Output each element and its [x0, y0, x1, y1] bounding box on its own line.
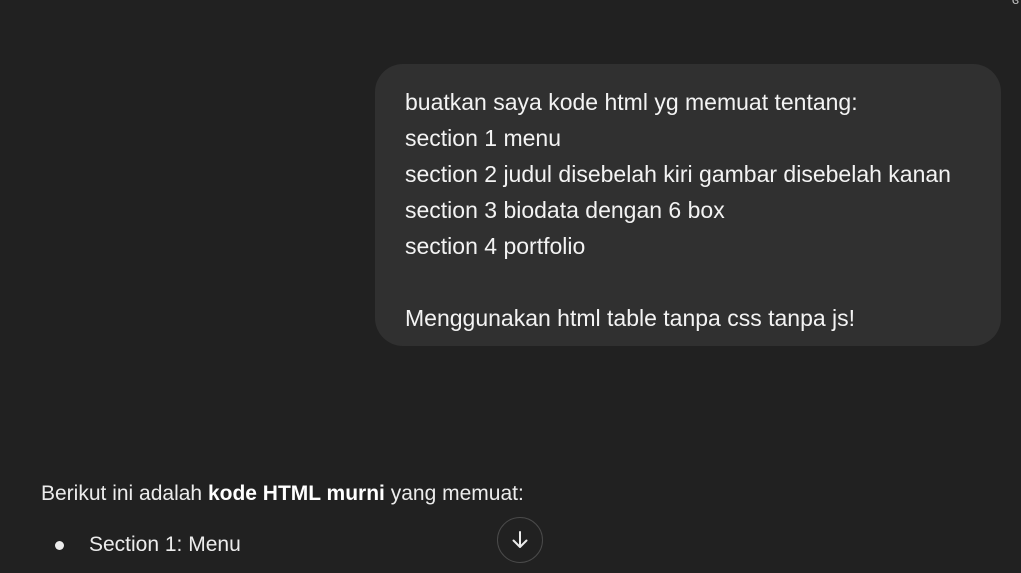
- user-message-line: section 2 judul disebelah kiri gambar di…: [405, 161, 951, 187]
- user-message-line: section 3 biodata dengan 6 box: [405, 197, 725, 223]
- arrow-down-icon: [512, 531, 528, 548]
- user-message-line: Menggunakan html table tanpa css tanpa j…: [405, 305, 856, 331]
- intro-suffix: yang memuat:: [384, 482, 524, 505]
- corner-glyph: ɞ: [1012, 0, 1019, 7]
- intro-prefix: Berikut ini adalah: [41, 482, 208, 505]
- assistant-intro: Berikut ini adalah kode HTML murni yang …: [41, 476, 981, 512]
- user-message-line: section 1 menu: [405, 125, 561, 151]
- bullet-dot: [55, 541, 64, 550]
- intro-bold: kode HTML murni: [207, 482, 385, 505]
- user-message-line: buatkan saya kode html yg memuat tentang…: [405, 89, 858, 115]
- scroll-to-bottom-button[interactable]: [497, 517, 543, 563]
- chat-view: ɞ buatkan saya kode html yg memuat tenta…: [0, 0, 1021, 573]
- user-message-bubble: buatkan saya kode html yg memuat tentang…: [375, 64, 1001, 346]
- list-item-text: Section 1: Menu: [89, 533, 241, 556]
- user-message-line: section 4 portfolio: [405, 233, 586, 259]
